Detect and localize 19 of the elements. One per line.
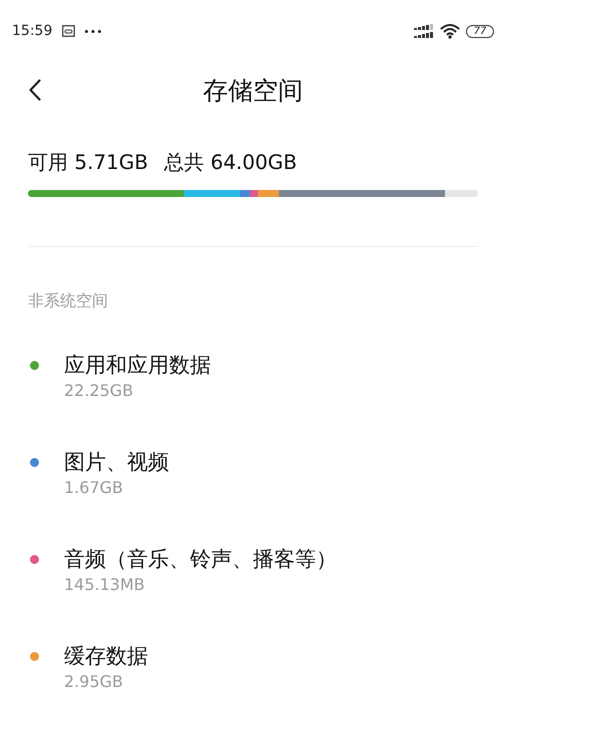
available-space: 可用 5.71GB (28, 150, 148, 174)
status-time: 15:59 (12, 23, 52, 39)
category-name[interactable]: 应用和应用数据 (64, 352, 211, 379)
more-icon (85, 30, 102, 32)
category-name[interactable]: 图片、视频 (64, 449, 169, 476)
back-icon (29, 79, 41, 101)
total-space: 总共 64.00GB (164, 150, 297, 174)
section-title: 非系统空间 (28, 291, 108, 310)
category-size: 2.95GB (64, 672, 123, 692)
category-size: 145.13MB (64, 575, 145, 595)
wifi-icon (440, 23, 460, 39)
category-size: 1.67GB (64, 478, 123, 498)
cassette-icon (62, 25, 76, 37)
page-title: 存储空间 (203, 74, 303, 106)
category-size: 22.25GB (64, 381, 134, 401)
signal-icon (414, 24, 434, 38)
category-name[interactable]: 音频（音乐、铃声、播客等） (64, 546, 337, 573)
category-name[interactable]: 缓存数据 (64, 643, 148, 670)
battery-indicator: 77 (466, 24, 494, 38)
